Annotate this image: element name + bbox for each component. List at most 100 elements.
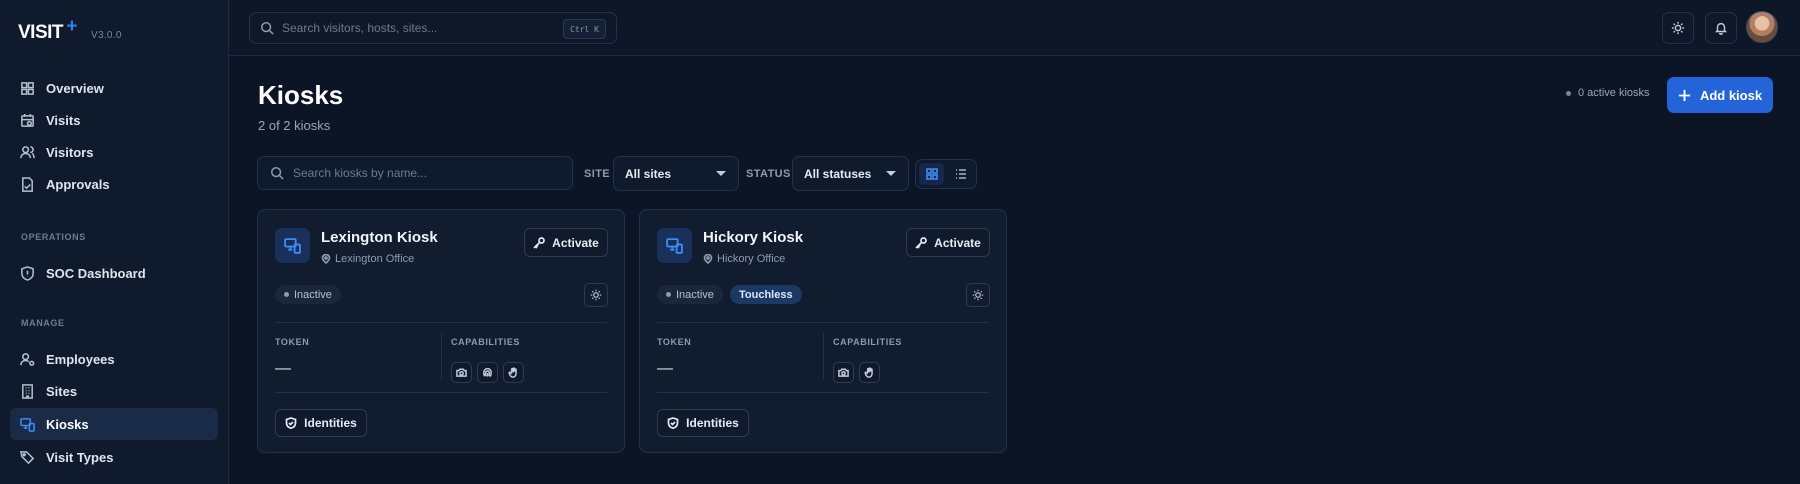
search-icon	[260, 21, 274, 35]
kiosk-location-label: Hickory Office	[717, 253, 786, 265]
theme-toggle-button[interactable]	[1662, 12, 1694, 44]
kiosk-name: Hickory Kiosk	[703, 229, 804, 246]
user-cog-icon	[20, 352, 35, 366]
kiosk-name: Lexington Kiosk	[321, 229, 438, 246]
sun-icon	[972, 289, 984, 301]
identities-button[interactable]: Identities	[275, 409, 367, 437]
capability-fingerprint	[477, 362, 498, 383]
identities-label: Identities	[686, 416, 739, 430]
keyboard-shortcut: Ctrl K	[563, 19, 606, 39]
activate-button[interactable]: Activate	[906, 228, 990, 257]
kiosk-location-label: Lexington Office	[335, 253, 415, 265]
add-kiosk-button[interactable]: Add kiosk	[1667, 77, 1773, 113]
status-dot	[284, 292, 289, 297]
divider	[441, 333, 442, 380]
sidebar-item-approvals[interactable]: Approvals	[10, 168, 218, 200]
token-value: —	[657, 360, 673, 377]
monitor-smartphone-icon	[284, 238, 301, 254]
sidebar-item-employees[interactable]: Employees	[10, 343, 218, 375]
map-pin-icon	[321, 254, 331, 264]
kiosk-search-input[interactable]: Search kiosks by name...	[257, 156, 573, 190]
hand-icon	[508, 367, 517, 378]
theme-button[interactable]	[584, 283, 608, 307]
sidebar-item-label: Kiosks	[46, 416, 89, 432]
touchless-badge: Touchless	[730, 285, 802, 304]
theme-button[interactable]	[966, 283, 990, 307]
status-filter-label: STATUS	[746, 168, 791, 180]
site-filter-label: SITE	[584, 168, 611, 180]
grid-view-icon	[925, 168, 938, 180]
grid-view-button[interactable]	[919, 163, 944, 185]
active-kiosks-count: 0 active kiosks	[1566, 87, 1650, 99]
chevron-down-icon	[886, 171, 896, 176]
identities-label: Identities	[304, 416, 357, 430]
status-filter-value: All statuses	[804, 166, 872, 181]
divider	[657, 392, 989, 393]
sidebar-item-label: Sites	[46, 383, 78, 399]
status-badge-label: Inactive	[294, 288, 332, 301]
users-icon	[20, 145, 35, 158]
view-toggle	[915, 159, 977, 189]
key-icon	[533, 236, 546, 249]
site-filter-select[interactable]: All sites	[613, 156, 739, 191]
activate-label: Activate	[934, 235, 981, 250]
user-avatar[interactable]	[1746, 11, 1778, 43]
capability-touch	[503, 362, 524, 383]
kiosk-icon	[657, 228, 692, 263]
calendar-clock-icon	[21, 113, 34, 127]
capabilities-label: CAPABILITIES	[451, 337, 521, 347]
sidebar-item-visit-types[interactable]: Visit Types	[10, 441, 218, 473]
kiosk-location: Hickory Office	[703, 253, 785, 265]
sidebar-item-kiosks[interactable]: Kiosks	[10, 408, 218, 440]
sidebar-item-visitors[interactable]: Visitors	[10, 136, 218, 168]
fingerprint-icon	[483, 367, 492, 377]
capability-camera	[451, 362, 472, 383]
sidebar-item-visits[interactable]: Visits	[10, 104, 218, 136]
global-search-input[interactable]: Search visitors, hosts, sites... Ctrl K	[249, 12, 617, 44]
shield-check-icon	[285, 417, 297, 429]
capability-camera	[833, 362, 854, 383]
sidebar-item-soc-dashboard[interactable]: SOC Dashboard	[10, 257, 218, 289]
section-label-operations: OPERATIONS	[21, 232, 86, 242]
sidebar-item-label: Approvals	[46, 176, 110, 192]
key-icon	[915, 236, 928, 249]
status-badge-label: Inactive	[676, 288, 714, 301]
active-kiosks-label: 0 active kiosks	[1578, 87, 1650, 99]
status-dot	[666, 292, 671, 297]
sidebar-item-overview[interactable]: Overview	[10, 72, 218, 104]
sun-icon	[1671, 21, 1685, 35]
status-badge: Inactive	[657, 285, 723, 304]
sidebar-item-label: Visits	[46, 112, 81, 128]
sidebar-item-label: Visit Types	[46, 449, 114, 465]
sidebar-item-sites[interactable]: Sites	[10, 375, 218, 407]
identities-button[interactable]: Identities	[657, 409, 749, 437]
divider	[275, 392, 607, 393]
add-kiosk-label: Add kiosk	[1699, 87, 1763, 103]
brand[interactable]: VISIT + V3.0.0	[18, 16, 122, 44]
logo[interactable]: VISIT +	[18, 16, 77, 44]
sidebar-item-label: Visitors	[46, 144, 94, 160]
topbar: Search visitors, hosts, sites... Ctrl K	[229, 0, 1800, 56]
kiosk-card: Hickory Kiosk Hickory Office Activate In…	[639, 209, 1007, 453]
notifications-button[interactable]	[1705, 12, 1737, 44]
search-icon	[270, 166, 284, 180]
activate-label: Activate	[552, 235, 599, 250]
list-view-icon	[955, 169, 966, 179]
section-label-manage: MANAGE	[21, 318, 65, 328]
page-title: Kiosks	[258, 80, 344, 110]
sidebar-item-label: Overview	[46, 80, 104, 96]
token-label: TOKEN	[275, 337, 310, 347]
bell-icon	[1714, 22, 1728, 35]
list-view-button[interactable]	[948, 163, 973, 185]
site-filter-value: All sites	[625, 166, 672, 181]
status-filter-select[interactable]: All statuses	[792, 156, 909, 191]
global-search-placeholder: Search visitors, hosts, sites...	[282, 21, 438, 35]
camera-icon	[456, 368, 467, 377]
activate-button[interactable]: Activate	[524, 228, 608, 257]
capabilities-label: CAPABILITIES	[833, 337, 903, 347]
shield-check-icon	[667, 417, 679, 429]
status-badge: Inactive	[275, 285, 341, 304]
camera-icon	[838, 368, 849, 377]
file-check-icon	[22, 176, 33, 192]
divider	[823, 333, 824, 380]
